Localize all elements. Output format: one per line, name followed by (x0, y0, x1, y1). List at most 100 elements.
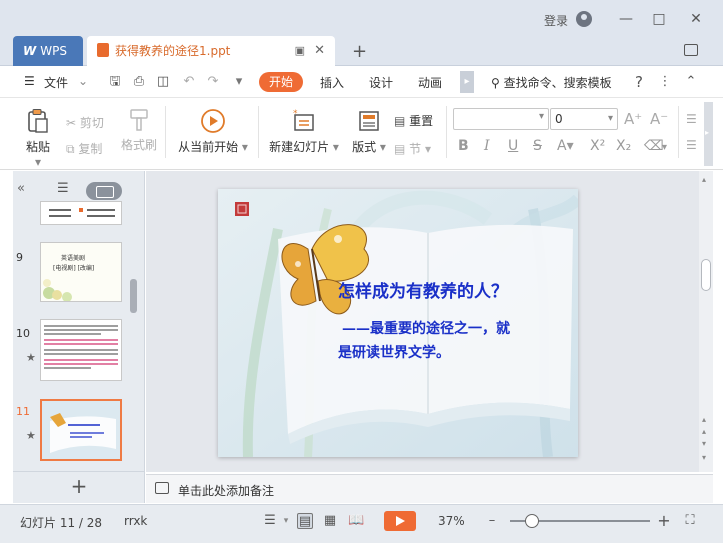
ribbon-divider (165, 106, 166, 158)
undo-icon[interactable]: ↶ (182, 75, 196, 89)
italic-icon[interactable]: I (484, 138, 490, 154)
status-bar: 幻灯片 11 / 28 rrxk ☰ ▾ ▤ ▦ 📖 37% – + ⛶ (0, 504, 723, 543)
zoom-out-icon[interactable]: – (484, 513, 500, 529)
new-slide-label: 新建幻灯片 (269, 140, 330, 154)
zoom-slider-handle[interactable] (525, 514, 539, 528)
decrease-font-icon[interactable]: A⁻ (650, 110, 668, 128)
slide-body-text[interactable]: ——最重要的途径之一，就 是研读世界文学。 (338, 317, 548, 365)
wps-logo-icon: W (23, 44, 37, 58)
current-slide[interactable]: 怎样成为有教养的人？ ——最重要的途径之一，就 是研读世界文学。 (218, 189, 578, 457)
minimize-icon[interactable]: — (617, 10, 635, 28)
clear-format-icon[interactable]: ⌫ (644, 138, 664, 154)
chevron-down-icon[interactable]: ▾ (662, 142, 667, 153)
login-link[interactable]: 登录 (544, 12, 568, 29)
tab-document[interactable]: 获得教养的途径1.ppt ▣ ✕ (87, 36, 335, 66)
layout-label: 版式 (352, 140, 377, 154)
chevron-down-icon: ▾ (607, 113, 613, 124)
scroll-up-icon[interactable]: ▴ (702, 175, 706, 184)
scroll-up-icon[interactable]: ▴ (702, 415, 706, 424)
slide-sorter-icon[interactable]: ▦ (322, 513, 338, 529)
format-painter-button[interactable]: 格式刷 (121, 108, 157, 153)
print-preview-icon[interactable]: ◫ (156, 75, 170, 89)
underline-icon[interactable]: U (508, 138, 518, 154)
new-tab-icon[interactable]: + (352, 41, 367, 62)
section-label: 节 (409, 142, 422, 156)
cut-button[interactable]: ✂ 剪切 (66, 114, 104, 131)
menu-insert[interactable]: 插入 (320, 74, 344, 91)
prev-slide-icon[interactable]: ▴ (702, 427, 706, 436)
play-from-current-button[interactable]: 从当前开始 ▾ (178, 108, 248, 155)
slide-body-line: 是研读世界文学。 (338, 345, 450, 361)
outline-view-icon[interactable]: ☰ (57, 181, 69, 196)
slide-thumbnail[interactable] (40, 201, 122, 225)
tab-close-icon[interactable]: ✕ (314, 36, 325, 66)
font-size-select[interactable]: 0 ▾ (550, 108, 618, 130)
reset-button[interactable]: ▤ 重置 (394, 112, 433, 129)
section-button[interactable]: ▤ 节 ▾ (394, 140, 431, 157)
menu-scroll-right-icon[interactable]: ▸ (460, 71, 474, 93)
bold-icon[interactable]: B (458, 138, 469, 154)
menu-start[interactable]: 开始 (259, 72, 303, 92)
thumbnail-view-toggle[interactable] (86, 182, 122, 200)
play-circle-icon (201, 109, 225, 133)
zoom-in-icon[interactable]: + (656, 513, 672, 529)
tab-layout-icon[interactable] (684, 44, 698, 56)
chevron-down-icon[interactable]: ⌄ (78, 74, 88, 88)
redo-icon[interactable]: ↷ (206, 75, 220, 89)
panel-scrollbar[interactable] (130, 279, 137, 313)
copy-button[interactable]: ⧉ 复制 (66, 140, 102, 157)
zoom-level: 37% (438, 514, 465, 528)
ribbon-scroll-right[interactable]: ▸ (704, 102, 713, 166)
fit-window-icon[interactable]: ⛶ (682, 513, 698, 529)
slide-thumbnail[interactable]: 英语美剧 [电视剧] [改编] (40, 242, 122, 302)
bullet-list-icon[interactable]: ☰ (686, 112, 697, 126)
user-avatar-icon[interactable] (576, 11, 592, 27)
menu-design[interactable]: 设计 (369, 74, 393, 91)
next-slide-icon[interactable]: ▾ (702, 439, 706, 448)
menu-animation[interactable]: 动画 (418, 74, 442, 91)
tab-wps-home[interactable]: W WPS (13, 36, 83, 66)
slide-preview (42, 401, 120, 459)
save-icon[interactable]: 🖫 (108, 75, 122, 89)
print-icon[interactable]: ⎙ (132, 75, 146, 89)
chevron-down-icon[interactable]: ▾ (278, 513, 294, 529)
collapse-ribbon-icon[interactable]: ⌃ (684, 75, 698, 89)
help-icon[interactable]: ? (632, 75, 646, 90)
slide-thumbnail-current[interactable] (40, 399, 122, 461)
scrollbar-thumb[interactable] (701, 259, 711, 291)
font-color-icon[interactable]: A▾ (557, 138, 574, 154)
vertical-scrollbar[interactable]: ▴ ▴ ▴ ▾ ▾ (699, 171, 713, 472)
tab-pin-icon[interactable]: ▣ (295, 36, 305, 66)
font-name-select[interactable]: ▾ (453, 108, 549, 130)
menu-hamburger-icon[interactable]: ☰ (24, 74, 35, 88)
menu-file[interactable]: 文件 (44, 74, 68, 91)
maximize-icon[interactable]: □ (650, 10, 668, 28)
reading-view-icon[interactable]: 📖 (348, 513, 364, 529)
slide-title[interactable]: 怎样成为有教养的人？ (338, 277, 508, 302)
slide-thumbnail[interactable] (40, 319, 122, 381)
paste-button[interactable]: 粘贴 ▾ (22, 108, 54, 169)
new-slide-icon: * (293, 109, 314, 131)
new-slide-button[interactable]: * 新建幻灯片 ▾ (268, 108, 340, 155)
align-icon[interactable]: ☰ (686, 138, 697, 152)
notes-toggle-icon[interactable]: ☰ (262, 513, 278, 529)
scroll-down-icon[interactable]: ▾ (702, 453, 706, 462)
layout-button[interactable]: 版式 ▾ (350, 108, 388, 155)
strikethrough-icon[interactable]: S (533, 138, 542, 154)
slide-preview (41, 202, 121, 224)
close-window-icon[interactable]: ✕ (687, 10, 705, 28)
ribbon-toolbar: 粘贴 ▾ ✂ 剪切 ⧉ 复制 格式刷 从当前开始 ▾ * 新建幻灯片 ▾ 版式 … (0, 98, 723, 170)
notes-pane[interactable]: 单击此处添加备注 (146, 474, 713, 503)
normal-view-icon[interactable]: ▤ (297, 513, 313, 529)
increase-font-icon[interactable]: A⁺ (624, 110, 642, 128)
animation-star-icon: ★ (26, 429, 36, 442)
subscript-icon[interactable]: X₂ (616, 138, 631, 154)
more-options-icon[interactable]: ⋮ (658, 75, 672, 89)
quick-access-dropdown-icon[interactable]: ▾ (232, 75, 246, 89)
add-slide-button[interactable]: + (13, 471, 145, 501)
slideshow-play-button[interactable] (384, 511, 416, 531)
collapse-panel-icon[interactable]: « (17, 181, 25, 196)
command-search-label: 查找命令、搜索模板 (503, 76, 612, 90)
command-search[interactable]: ⚲ 查找命令、搜索模板 (491, 74, 612, 91)
superscript-icon[interactable]: X² (590, 138, 605, 154)
